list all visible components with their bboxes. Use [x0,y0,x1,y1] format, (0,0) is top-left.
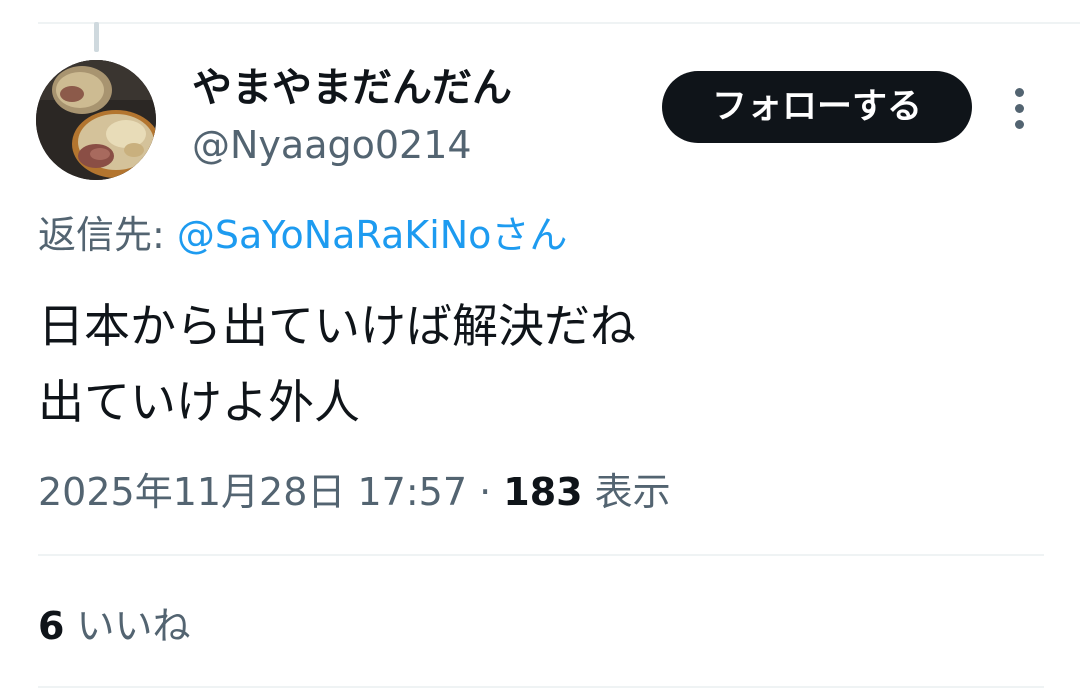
meta-separator: · [467,470,504,514]
reply-context: 返信先: @SaYoNaRaKiNoさん [38,210,567,260]
divider [38,554,1044,556]
tweet-text: 日本から出ていけば解決だね 出ていけよ外人 [38,288,636,440]
vertical-ellipsis-icon[interactable] [1002,84,1038,132]
follow-button[interactable]: フォローする [662,71,972,143]
likes-count: 6 [38,604,65,648]
views-label: 表示 [582,470,671,514]
tweet-line: 日本から出ていけば解決だね [38,299,636,353]
views-count: 183 [503,470,583,514]
thread-connector-line [94,22,99,52]
timestamp-link[interactable]: 2025年11月28日 17:57 [38,470,467,514]
top-divider [38,22,1080,24]
ramen-bowl-avatar-icon [36,60,156,180]
tweet-line: 出ていけよ外人 [38,375,360,429]
likes-link[interactable]: 6 いいね [38,600,191,652]
tweet-meta: 2025年11月28日 17:57 · 183 表示 [38,466,671,518]
author-display-name[interactable]: やまやまだんだん [192,62,512,114]
likes-label: いいね [64,604,191,648]
divider [38,686,1044,688]
avatar[interactable] [36,60,156,180]
reply-target-link[interactable]: @SaYoNaRaKiNoさん [177,213,568,257]
reply-prefix: 返信先: [38,213,177,257]
author-handle[interactable]: @Nyaago0214 [192,120,472,170]
